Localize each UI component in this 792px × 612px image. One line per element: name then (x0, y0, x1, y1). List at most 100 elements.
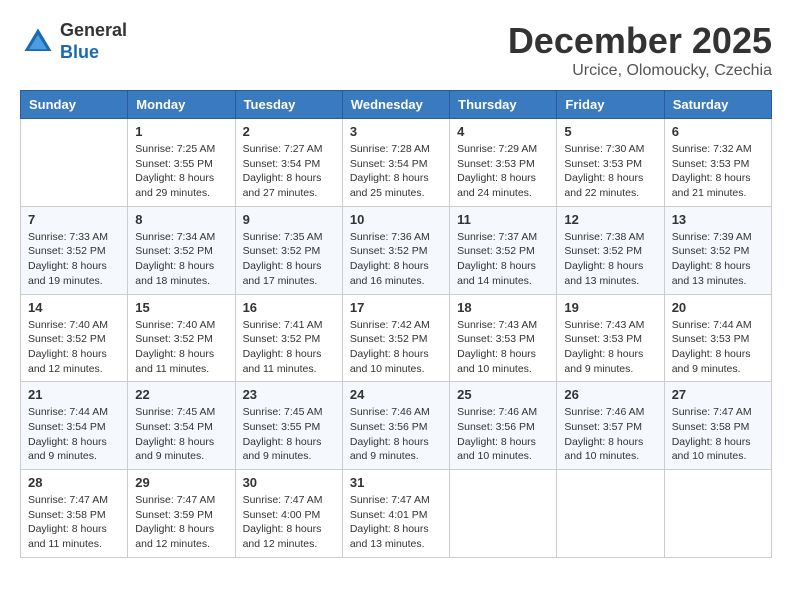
calendar-day-cell: 12 Sunrise: 7:38 AM Sunset: 3:52 PM Dayli… (557, 206, 664, 294)
calendar-header-tuesday: Tuesday (235, 91, 342, 119)
day-info: Sunrise: 7:25 AM Sunset: 3:55 PM Dayligh… (135, 142, 227, 201)
calendar-day-cell: 1 Sunrise: 7:25 AM Sunset: 3:55 PM Daylig… (128, 119, 235, 207)
day-number: 3 (350, 124, 442, 139)
day-number: 4 (457, 124, 549, 139)
day-info: Sunrise: 7:47 AM Sunset: 3:59 PM Dayligh… (135, 493, 227, 552)
calendar-day-cell: 5Sunrise: 7:30 AM Sunset: 3:53 PM Daylig… (557, 119, 664, 207)
calendar-day-cell: 13Sunrise: 7:39 AM Sunset: 3:52 PM Dayli… (664, 206, 771, 294)
day-info: Sunrise: 7:37 AM Sunset: 3:52 PM Dayligh… (457, 230, 549, 289)
day-number: 7 (28, 212, 120, 227)
day-number: 6 (672, 124, 764, 139)
day-info: Sunrise: 7:33 AM Sunset: 3:52 PM Dayligh… (28, 230, 120, 289)
calendar-week-row: 1 Sunrise: 7:25 AM Sunset: 3:55 PM Daylig… (21, 119, 772, 207)
day-number: 29 (135, 475, 227, 490)
day-info: Sunrise: 7:32 AM Sunset: 3:53 PM Dayligh… (672, 142, 764, 201)
calendar-day-cell: 26 Sunrise: 7:46 AM Sunset: 3:57 PM Dayli… (557, 382, 664, 470)
calendar-day-cell: 22 Sunrise: 7:45 AM Sunset: 3:54 PM Dayli… (128, 382, 235, 470)
day-number: 30 (243, 475, 335, 490)
calendar-day-cell: 20 Sunrise: 7:44 AM Sunset: 3:53 PM Dayli… (664, 294, 771, 382)
day-info: Sunrise: 7:44 AM Sunset: 3:54 PM Dayligh… (28, 405, 120, 464)
day-info: Sunrise: 7:44 AM Sunset: 3:53 PM Dayligh… (672, 318, 764, 377)
page-header: General Blue December 2025 Urcice, Olomo… (20, 20, 772, 80)
calendar-day-cell: 30 Sunrise: 7:47 AM Sunset: 4:00 PM Dayli… (235, 470, 342, 558)
day-info: Sunrise: 7:28 AM Sunset: 3:54 PM Dayligh… (350, 142, 442, 201)
calendar-day-cell: 10 Sunrise: 7:36 AM Sunset: 3:52 PM Dayli… (342, 206, 449, 294)
day-number: 10 (350, 212, 442, 227)
day-number: 21 (28, 387, 120, 402)
calendar-header-saturday: Saturday (664, 91, 771, 119)
day-info: Sunrise: 7:35 AM Sunset: 3:52 PM Dayligh… (243, 230, 335, 289)
logo-icon (20, 24, 56, 60)
day-number: 9 (243, 212, 335, 227)
day-number: 20 (672, 300, 764, 315)
calendar-header-sunday: Sunday (21, 91, 128, 119)
calendar-day-cell: 14 Sunrise: 7:40 AM Sunset: 3:52 PM Dayli… (21, 294, 128, 382)
calendar-day-cell (21, 119, 128, 207)
day-info: Sunrise: 7:29 AM Sunset: 3:53 PM Dayligh… (457, 142, 549, 201)
day-number: 12 (564, 212, 656, 227)
day-number: 24 (350, 387, 442, 402)
title-section: December 2025 Urcice, Olomoucky, Czechia (508, 20, 772, 80)
day-info: Sunrise: 7:47 AM Sunset: 3:58 PM Dayligh… (672, 405, 764, 464)
day-number: 25 (457, 387, 549, 402)
day-number: 31 (350, 475, 442, 490)
day-info: Sunrise: 7:27 AM Sunset: 3:54 PM Dayligh… (243, 142, 335, 201)
calendar-day-cell: 4 Sunrise: 7:29 AM Sunset: 3:53 PM Daylig… (450, 119, 557, 207)
day-info: Sunrise: 7:41 AM Sunset: 3:52 PM Dayligh… (243, 318, 335, 377)
calendar-day-cell: 25 Sunrise: 7:46 AM Sunset: 3:56 PM Dayli… (450, 382, 557, 470)
calendar-day-cell: 18Sunrise: 7:43 AM Sunset: 3:53 PM Dayli… (450, 294, 557, 382)
day-number: 17 (350, 300, 442, 315)
calendar-week-row: 21 Sunrise: 7:44 AM Sunset: 3:54 PM Dayli… (21, 382, 772, 470)
calendar-day-cell: 29 Sunrise: 7:47 AM Sunset: 3:59 PM Dayli… (128, 470, 235, 558)
calendar-day-cell (557, 470, 664, 558)
calendar-header-monday: Monday (128, 91, 235, 119)
location: Urcice, Olomoucky, Czechia (508, 62, 772, 80)
day-info: Sunrise: 7:47 AM Sunset: 4:00 PM Dayligh… (243, 493, 335, 552)
day-info: Sunrise: 7:42 AM Sunset: 3:52 PM Dayligh… (350, 318, 442, 377)
calendar-table: SundayMondayTuesdayWednesdayThursdayFrid… (20, 90, 772, 558)
month-title: December 2025 (508, 20, 772, 62)
calendar-week-row: 14 Sunrise: 7:40 AM Sunset: 3:52 PM Dayli… (21, 294, 772, 382)
day-info: Sunrise: 7:30 AM Sunset: 3:53 PM Dayligh… (564, 142, 656, 201)
day-number: 1 (135, 124, 227, 139)
day-number: 18 (457, 300, 549, 315)
calendar-day-cell: 6 Sunrise: 7:32 AM Sunset: 3:53 PM Daylig… (664, 119, 771, 207)
calendar-day-cell (450, 470, 557, 558)
calendar-day-cell: 7 Sunrise: 7:33 AM Sunset: 3:52 PM Daylig… (21, 206, 128, 294)
calendar-header-thursday: Thursday (450, 91, 557, 119)
day-number: 22 (135, 387, 227, 402)
calendar-header-row: SundayMondayTuesdayWednesdayThursdayFrid… (21, 91, 772, 119)
day-number: 16 (243, 300, 335, 315)
day-info: Sunrise: 7:47 AM Sunset: 4:01 PM Dayligh… (350, 493, 442, 552)
calendar-day-cell: 28 Sunrise: 7:47 AM Sunset: 3:58 PM Dayli… (21, 470, 128, 558)
day-info: Sunrise: 7:45 AM Sunset: 3:54 PM Dayligh… (135, 405, 227, 464)
day-number: 26 (564, 387, 656, 402)
day-info: Sunrise: 7:40 AM Sunset: 3:52 PM Dayligh… (135, 318, 227, 377)
day-info: Sunrise: 7:43 AM Sunset: 3:53 PM Dayligh… (564, 318, 656, 377)
calendar-day-cell: 15Sunrise: 7:40 AM Sunset: 3:52 PM Dayli… (128, 294, 235, 382)
day-number: 23 (243, 387, 335, 402)
calendar-day-cell: 9 Sunrise: 7:35 AM Sunset: 3:52 PM Daylig… (235, 206, 342, 294)
day-number: 28 (28, 475, 120, 490)
day-number: 2 (243, 124, 335, 139)
calendar-day-cell: 23Sunrise: 7:45 AM Sunset: 3:55 PM Dayli… (235, 382, 342, 470)
day-info: Sunrise: 7:36 AM Sunset: 3:52 PM Dayligh… (350, 230, 442, 289)
calendar-day-cell: 8Sunrise: 7:34 AM Sunset: 3:52 PM Daylig… (128, 206, 235, 294)
calendar-day-cell: 17 Sunrise: 7:42 AM Sunset: 3:52 PM Dayli… (342, 294, 449, 382)
day-number: 14 (28, 300, 120, 315)
calendar-day-cell: 27 Sunrise: 7:47 AM Sunset: 3:58 PM Dayli… (664, 382, 771, 470)
day-info: Sunrise: 7:46 AM Sunset: 3:56 PM Dayligh… (350, 405, 442, 464)
logo-general: General (60, 20, 127, 40)
day-number: 27 (672, 387, 764, 402)
day-info: Sunrise: 7:46 AM Sunset: 3:57 PM Dayligh… (564, 405, 656, 464)
calendar-day-cell: 21 Sunrise: 7:44 AM Sunset: 3:54 PM Dayli… (21, 382, 128, 470)
logo: General Blue (20, 20, 127, 63)
day-info: Sunrise: 7:47 AM Sunset: 3:58 PM Dayligh… (28, 493, 120, 552)
day-info: Sunrise: 7:46 AM Sunset: 3:56 PM Dayligh… (457, 405, 549, 464)
day-info: Sunrise: 7:40 AM Sunset: 3:52 PM Dayligh… (28, 318, 120, 377)
day-info: Sunrise: 7:38 AM Sunset: 3:52 PM Dayligh… (564, 230, 656, 289)
day-info: Sunrise: 7:34 AM Sunset: 3:52 PM Dayligh… (135, 230, 227, 289)
logo-blue: Blue (60, 42, 99, 62)
calendar-day-cell: 31 Sunrise: 7:47 AM Sunset: 4:01 PM Dayli… (342, 470, 449, 558)
calendar-week-row: 28 Sunrise: 7:47 AM Sunset: 3:58 PM Dayli… (21, 470, 772, 558)
